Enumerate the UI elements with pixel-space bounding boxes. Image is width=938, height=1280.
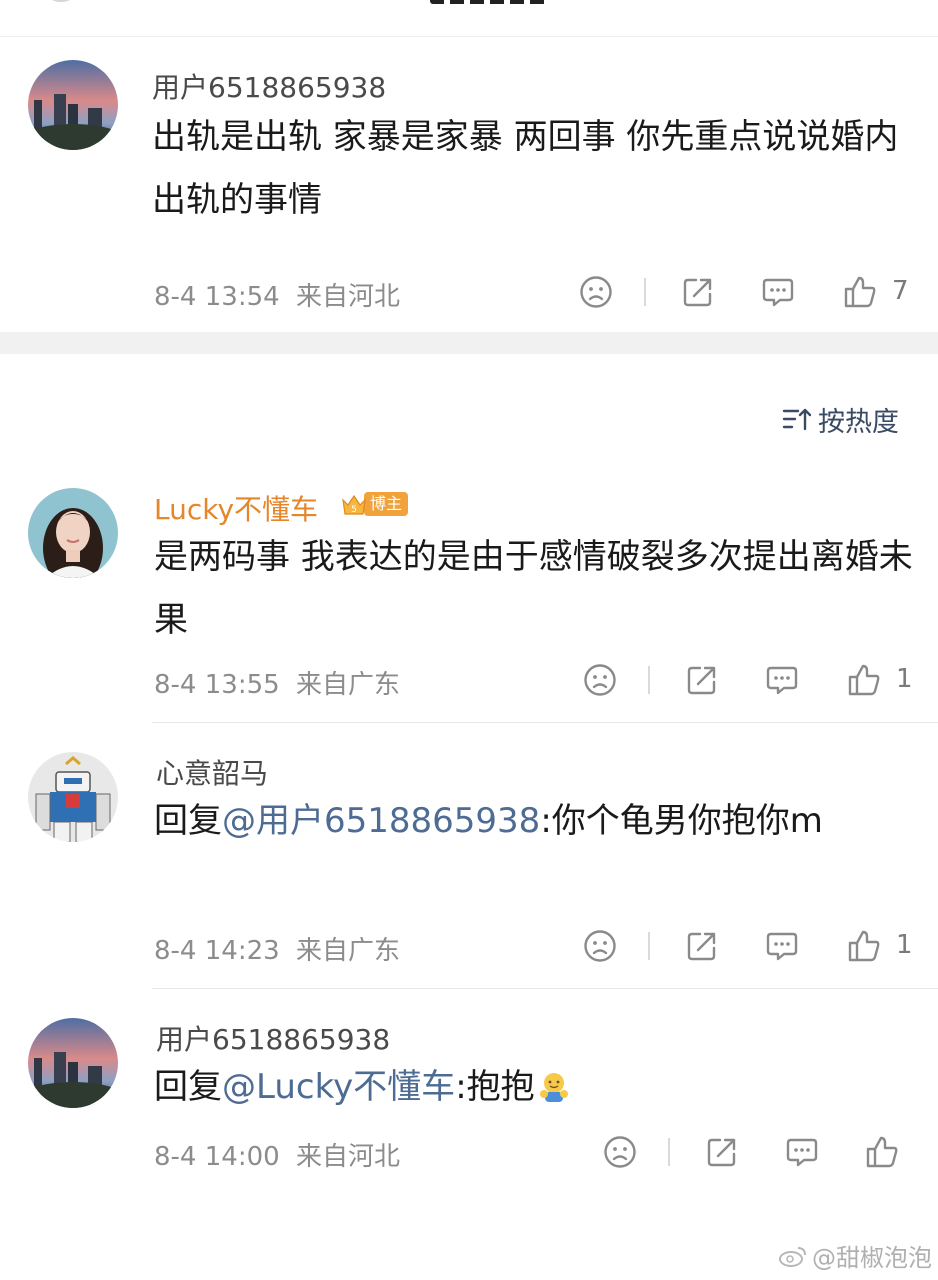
reply-username[interactable]: 心意韶马 [156, 752, 268, 792]
reply-button[interactable] [762, 660, 802, 700]
avatar[interactable] [28, 488, 118, 578]
comment-actions: 1 [580, 660, 920, 700]
like-button[interactable] [844, 660, 884, 700]
mention-link[interactable]: @Lucky不懂车 [222, 1067, 455, 1107]
section-separator [0, 332, 938, 354]
action-separator [644, 278, 646, 306]
reply-meta: 8-4 14:00 来自河北 [154, 1136, 400, 1173]
sort-icon [782, 408, 812, 431]
thumbs-up-icon [848, 664, 880, 696]
comment-time: 8-4 13:54 [154, 282, 280, 312]
comment-username[interactable]: 用户6518865938 [152, 66, 386, 106]
thumbs-up-icon [866, 1136, 898, 1168]
comment-bubble-icon [762, 278, 794, 307]
watermark: @甜椒泡泡 [778, 1238, 932, 1273]
frown-icon [584, 930, 616, 962]
reply-username[interactable]: 用户6518865938 [156, 1018, 390, 1058]
weibo-logo-icon [779, 1246, 806, 1267]
like-count: 1 [896, 664, 913, 694]
reply-location: 来自河北 [295, 1142, 400, 1172]
reply-button[interactable] [758, 272, 798, 312]
avatar[interactable] [28, 1018, 118, 1108]
reply-button[interactable] [762, 926, 802, 966]
reply-content: :抱抱 [455, 1067, 535, 1107]
dislike-button[interactable] [580, 926, 620, 966]
top-header-fragment [0, 0, 938, 37]
frown-icon [580, 276, 612, 308]
reply-actions [600, 1132, 920, 1172]
action-separator [648, 932, 650, 960]
like-count: 7 [892, 276, 909, 306]
frown-icon [584, 664, 616, 696]
avatar[interactable] [28, 60, 118, 150]
comment-text: 是两码事 我表达的是由于感情破裂多次提出离婚未果 [154, 537, 913, 640]
top-title-fragment [430, 0, 550, 4]
sort-by-heat-button[interactable]: 按热度 [782, 402, 899, 438]
share-icon [683, 278, 712, 307]
reply-content: :你个龟男你抱你m [540, 801, 823, 841]
comment-bubble-icon [766, 932, 798, 961]
comment-location: 来自广东 [295, 670, 400, 700]
like-count: 1 [896, 930, 913, 960]
watermark-text: @甜椒泡泡 [812, 1244, 932, 1272]
reply-time: 8-4 14:23 [154, 936, 280, 966]
share-icon [707, 1138, 736, 1167]
comment-meta: 8-4 13:54 来自河北 [154, 276, 400, 313]
dislike-button[interactable] [580, 660, 620, 700]
comment-text: 出轨是出轨 家暴是家暴 两回事 你先重点说说婚内出轨的事情 [152, 117, 899, 220]
sort-label: 按热度 [818, 406, 899, 438]
comment-time: 8-4 13:55 [154, 670, 280, 700]
reply-location: 来自广东 [295, 936, 400, 966]
comment-username[interactable]: Lucky不懂车 [154, 488, 318, 528]
frown-icon [604, 1136, 636, 1168]
badge-label: 博主 [364, 492, 409, 516]
woman-portrait-avatar-image [28, 488, 118, 578]
dislike-button[interactable] [576, 272, 616, 312]
city-sunset-avatar-image [28, 1018, 118, 1108]
avatar[interactable] [28, 752, 118, 842]
share-icon [687, 666, 716, 695]
reply-button[interactable] [782, 1132, 822, 1172]
reply-time: 8-4 14:00 [154, 1142, 280, 1172]
share-icon [687, 932, 716, 961]
thumbs-up-icon [844, 276, 876, 308]
hug-emoji-icon [539, 1073, 568, 1102]
svg-text:5: 5 [351, 505, 357, 515]
like-button[interactable] [844, 926, 884, 966]
comments-page: 用户6518865938 出轨是出轨 家暴是家暴 两回事 你先重点说说婚内出轨的… [0, 0, 938, 1280]
action-separator [648, 666, 650, 694]
reply-divider [152, 722, 938, 723]
reply-divider [152, 988, 938, 989]
share-button[interactable] [678, 272, 718, 312]
comment-location: 来自河北 [295, 282, 400, 312]
reply-meta: 8-4 14:23 来自广东 [154, 930, 400, 967]
like-button[interactable] [840, 272, 880, 312]
city-sunset-avatar-image [28, 60, 118, 150]
reply-actions: 1 [580, 926, 920, 966]
thumbs-up-icon [848, 930, 880, 962]
comment-bubble-icon [766, 666, 798, 695]
action-separator [668, 1138, 670, 1166]
reply-prefix: 回复 [154, 801, 222, 841]
reply-prefix: 回复 [154, 1067, 222, 1107]
comment-actions: 7 [576, 272, 916, 312]
top-avatar-fragment [46, 0, 76, 2]
share-button[interactable] [702, 1132, 742, 1172]
reply-text: 回复@Lucky不懂车:抱抱 [154, 1056, 894, 1119]
robot-avatar-image [28, 752, 118, 842]
comment-meta: 8-4 13:55 来自广东 [154, 664, 400, 701]
like-button[interactable] [862, 1132, 902, 1172]
crown-icon: 5 [340, 490, 368, 518]
share-button[interactable] [682, 926, 722, 966]
dislike-button[interactable] [600, 1132, 640, 1172]
reply-text: 回复@用户6518865938:你个龟男你抱你m [154, 790, 894, 853]
comment-bubble-icon [786, 1138, 818, 1167]
blogger-badge: 5 博主 [340, 490, 409, 518]
share-button[interactable] [682, 660, 722, 700]
mention-link[interactable]: @用户6518865938 [222, 801, 540, 841]
